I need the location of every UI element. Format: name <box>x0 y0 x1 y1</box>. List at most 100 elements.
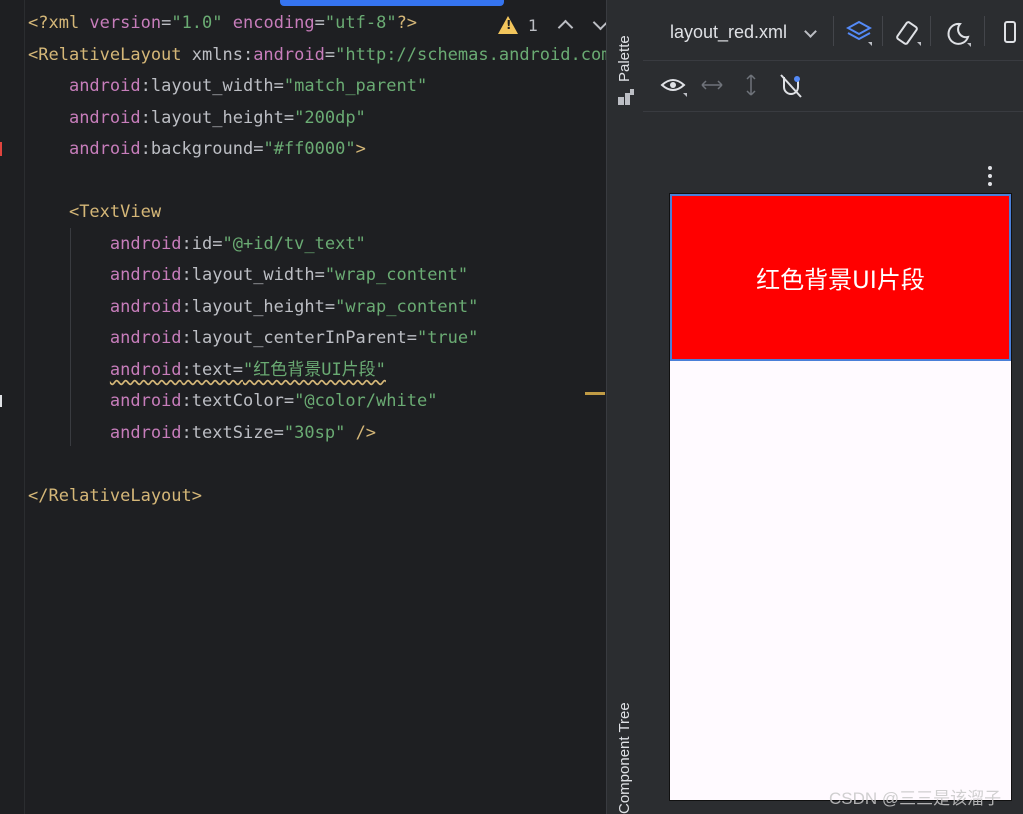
preview-text-view[interactable]: 红色背景UI片段 <box>756 260 925 295</box>
code-token: :background= <box>140 139 264 159</box>
layout-file-selector[interactable]: layout_red.xml <box>670 22 787 43</box>
warning-stripe-marker[interactable] <box>585 392 605 395</box>
code-token: "@color/white" <box>294 391 438 411</box>
code-token: android <box>109 359 182 380</box>
palette-icon[interactable] <box>617 88 635 106</box>
code-token: android <box>68 107 141 128</box>
code-token: "http://schemas.android.com/apk/res/andr… <box>335 44 606 65</box>
layers-icon[interactable] <box>846 20 872 46</box>
code-line[interactable]: android:text="红色背景UI片段" <box>28 355 386 386</box>
change-marker <box>0 142 2 156</box>
code-token: "200dp" <box>294 107 366 128</box>
code-editor[interactable]: <?xml version="1.0" encoding="utf-8"?> <R… <box>0 0 606 814</box>
orientation-icon[interactable] <box>895 20 921 46</box>
code-token: :textColor= <box>181 391 295 411</box>
horizontal-resize-icon[interactable] <box>700 77 724 93</box>
warning-icon[interactable] <box>498 16 518 34</box>
code-line[interactable]: android:layout_width="match_parent" <box>28 71 427 102</box>
code-token: /> <box>345 422 377 443</box>
code-token: :layout_width= <box>181 265 325 285</box>
code-token: :text= <box>181 359 243 380</box>
more-options-icon[interactable] <box>986 165 994 187</box>
watermark: CSDN @三三是该溜子 <box>829 789 1002 808</box>
device-icon[interactable] <box>1003 21 1017 45</box>
view-options-toolbar <box>643 61 1023 112</box>
code-line[interactable]: android:textSize="30sp" /> <box>28 418 376 449</box>
code-line[interactable]: android:id="@+id/tv_text" <box>28 229 366 260</box>
vertical-resize-icon[interactable] <box>743 73 759 99</box>
code-line[interactable]: android:background="#ff0000"> <box>28 134 366 165</box>
code-line[interactable]: </RelativeLayout> <box>28 481 202 512</box>
code-line[interactable]: android:layout_width="wrap_content" <box>28 260 468 291</box>
chevron-down-icon[interactable] <box>804 25 817 38</box>
chevron-up-icon[interactable] <box>557 19 574 36</box>
code-token: :layout_centerInParent= <box>181 328 417 348</box>
design-canvas[interactable]: 红色背景UI片段 <box>643 112 1023 814</box>
change-marker <box>0 395 2 407</box>
code-token: "30sp" <box>283 422 346 443</box>
code-token: :layout_height= <box>140 107 295 128</box>
code-token: "1.0" <box>171 13 223 33</box>
code-token: "match_parent" <box>283 76 428 96</box>
inspection-widget[interactable]: 1 <box>488 8 606 42</box>
code-token: = <box>324 44 336 65</box>
magnet-off-icon[interactable] <box>779 73 803 99</box>
palette-tab[interactable]: Palette <box>616 35 633 82</box>
code-token: "红色背景UI片段" <box>242 359 386 380</box>
code-line[interactable]: android:layout_height="wrap_content" <box>28 292 478 323</box>
code-line[interactable]: android:textColor="@color/white" <box>28 386 438 417</box>
editor-gutter <box>0 0 25 814</box>
code-line[interactable]: <RelativeLayout xmlns:android="http://sc… <box>28 40 606 71</box>
horizontal-scroll-thumb[interactable] <box>280 0 504 6</box>
code-token: xmlns: <box>191 44 254 65</box>
warning-count: 1 <box>528 15 539 35</box>
code-token: <?xml <box>28 13 90 33</box>
code-line[interactable]: <?xml version="1.0" encoding="utf-8"?> <box>28 8 417 39</box>
design-pane: layout_red.xml 红色背景UI片段 <box>643 0 1023 814</box>
code-token: :textSize= <box>181 422 284 443</box>
code-token: android <box>109 233 182 254</box>
code-token: android <box>109 391 182 411</box>
code-token: android <box>109 296 182 317</box>
code-token: <TextView <box>68 202 162 222</box>
device-preview[interactable]: 红色背景UI片段 <box>669 193 1012 801</box>
night-mode-icon[interactable] <box>945 21 971 47</box>
code-token: android <box>68 139 141 159</box>
code-token: android <box>68 76 141 96</box>
code-token: </RelativeLayout> <box>28 485 202 506</box>
relative-layout-preview[interactable]: 红色背景UI片段 <box>670 194 1011 361</box>
code-token: version <box>89 13 162 33</box>
toolbar-divider <box>833 16 834 46</box>
code-line[interactable]: android:layout_centerInParent="true" <box>28 323 478 354</box>
code-token: android <box>109 422 182 443</box>
code-token: :layout_width= <box>140 76 284 96</box>
toolbar-divider <box>984 16 985 46</box>
code-token: "utf-8" <box>324 13 397 33</box>
toolbar-divider <box>930 16 931 46</box>
eye-icon[interactable] <box>660 75 688 97</box>
code-token: = <box>314 13 325 33</box>
code-token: <RelativeLayout <box>28 44 192 65</box>
code-token: android <box>109 265 182 285</box>
code-token: "@+id/tv_text" <box>222 233 366 254</box>
component-tree-tab[interactable]: Component Tree <box>616 702 633 814</box>
code-line[interactable]: <TextView <box>28 197 161 228</box>
side-tool-strip: Palette Component Tree <box>606 0 644 814</box>
code-line[interactable]: android:layout_height="200dp" <box>28 103 366 134</box>
code-token: "wrap_content" <box>324 265 469 285</box>
chevron-down-icon[interactable] <box>592 14 606 31</box>
code-token: :layout_height= <box>181 296 336 317</box>
code-token: "wrap_content" <box>335 296 479 317</box>
code-token: ?> <box>396 13 418 33</box>
code-token: encoding <box>232 13 315 33</box>
code-token: :id= <box>181 233 223 254</box>
